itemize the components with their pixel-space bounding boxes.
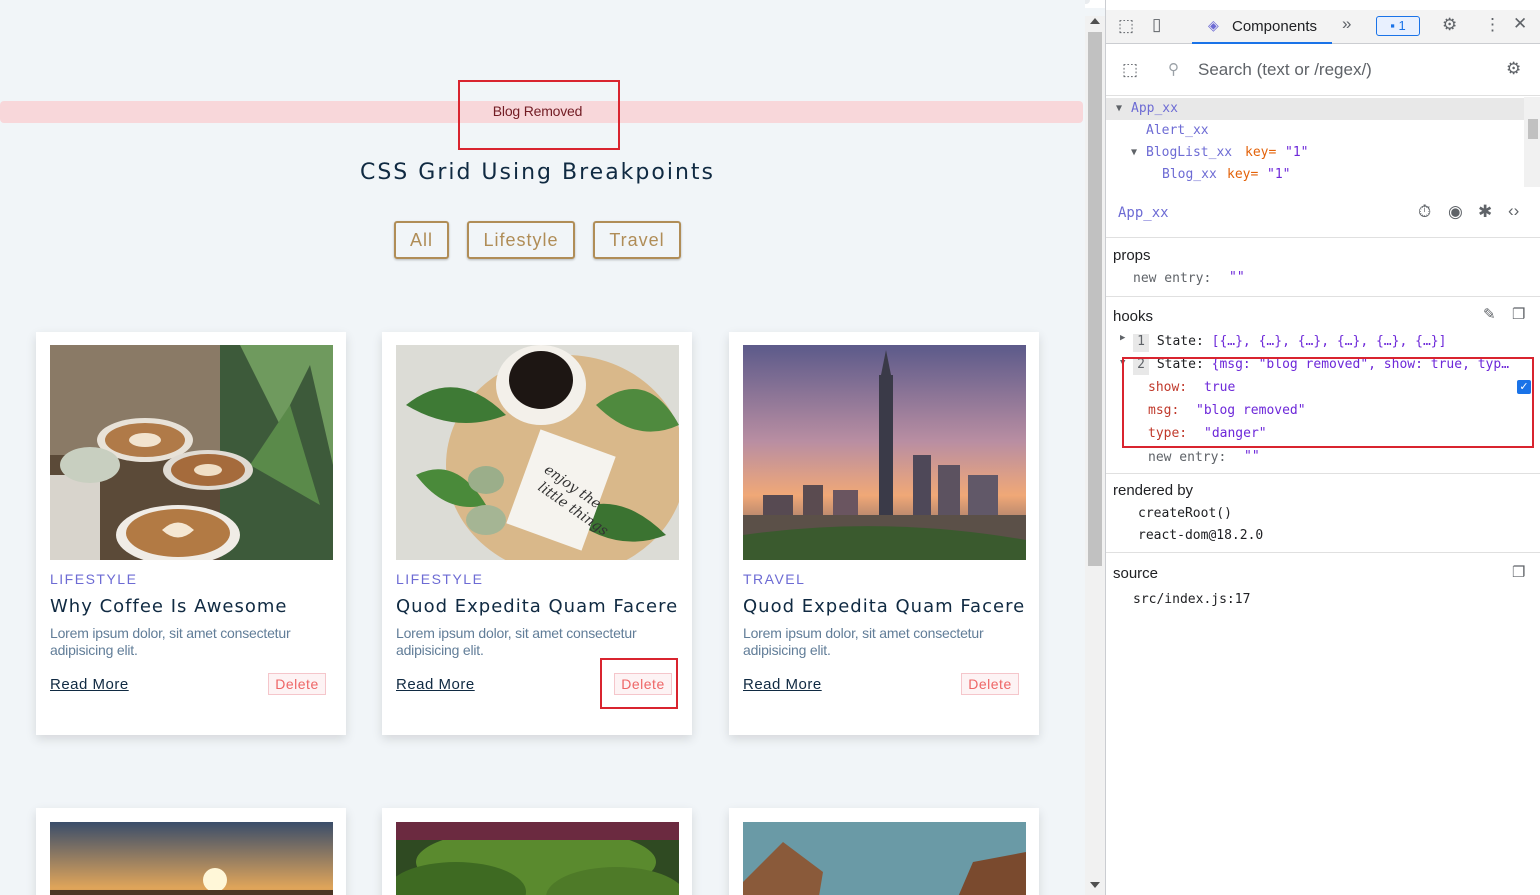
blog-card: TRAVEL Quod Expedita Quam Facere Lorem i… bbox=[729, 332, 1039, 735]
search-input[interactable]: Search (text or /regex/) bbox=[1198, 60, 1372, 80]
city-skyline-image bbox=[743, 345, 1026, 560]
message-icon: ▪ bbox=[1390, 18, 1399, 33]
filter-settings-icon[interactable]: ⚙ bbox=[1506, 59, 1521, 79]
blog-card bbox=[36, 808, 346, 895]
forest-image bbox=[396, 822, 679, 895]
settings-gear-icon[interactable]: ⚙ bbox=[1442, 15, 1457, 35]
tree-node-alert[interactable]: Alert_xx bbox=[1106, 120, 1524, 142]
tree-scrollbar-thumb[interactable] bbox=[1528, 119, 1538, 139]
blog-card bbox=[382, 808, 692, 895]
hook-row[interactable]: 1 State: [{…}, {…}, {…}, {…}, {…}, {…}] bbox=[1133, 334, 1446, 352]
scroll-up-arrow[interactable] bbox=[1090, 18, 1100, 24]
hook-new-entry-key: new entry: bbox=[1148, 450, 1227, 465]
tree-node-name: Blog_xx bbox=[1162, 167, 1217, 182]
tree-node-key: key= bbox=[1245, 145, 1277, 160]
card-category: LIFESTYLE bbox=[396, 571, 484, 587]
tree-node-blog[interactable]: Blog_xx key= "1" bbox=[1106, 164, 1524, 186]
card-description: Lorem ipsum dolor, sit amet consectetur … bbox=[743, 625, 984, 658]
divider bbox=[1106, 296, 1540, 297]
filter-travel-button[interactable]: Travel bbox=[593, 221, 681, 259]
hooks-title: hooks bbox=[1113, 308, 1154, 325]
devtools-toolbar: ⬚ ▯ ◈ Components » ▪ 1 ⚙ ⋮ ✕ bbox=[1106, 10, 1540, 44]
issues-badge[interactable]: ▪ 1 bbox=[1376, 16, 1420, 36]
component-tree: ▼ App_xx Alert_xx ▼ BlogList_xx key= "1"… bbox=[1106, 97, 1524, 187]
react-logo-icon: ◈ bbox=[1208, 17, 1219, 33]
close-icon[interactable]: ✕ bbox=[1513, 14, 1527, 34]
hook-new-entry-value[interactable]: "" bbox=[1244, 449, 1260, 464]
tree-node-name: BlogList_xx bbox=[1146, 145, 1233, 160]
prop-key: new entry: bbox=[1133, 271, 1212, 286]
filter-all-button[interactable]: All bbox=[394, 221, 449, 259]
tree-node-app[interactable]: ▼ App_xx bbox=[1106, 98, 1524, 120]
scroll-down-arrow[interactable] bbox=[1090, 882, 1100, 888]
filter-lifestyle-button[interactable]: Lifestyle bbox=[467, 221, 575, 259]
rendered-by-item: react-dom@18.2.0 bbox=[1138, 528, 1264, 543]
tree-node-bloglist[interactable]: ▼ BlogList_xx key= "1" bbox=[1106, 142, 1524, 164]
delete-button[interactable]: Delete bbox=[268, 673, 326, 695]
source-title: source bbox=[1113, 565, 1159, 582]
card-category: LIFESTYLE bbox=[50, 571, 138, 587]
kebab-menu-icon[interactable]: ⋮ bbox=[1484, 15, 1501, 35]
source-location[interactable]: src/index.js:17 bbox=[1133, 592, 1250, 607]
page-title: CSS Grid Using Breakpoints bbox=[359, 160, 715, 185]
hook-value: [{…}, {…}, {…}, {…}, {…}, {…}] bbox=[1211, 334, 1447, 349]
selected-component-name: App_xx bbox=[1118, 205, 1169, 221]
code-icon[interactable]: ‹› bbox=[1508, 201, 1519, 221]
card-title: Quod Expedita Quam Facere bbox=[396, 596, 679, 617]
tree-node-key: key= bbox=[1227, 167, 1259, 182]
card-title: Why Coffee Is Awesome bbox=[50, 596, 288, 617]
page-scrollbar-thumb[interactable] bbox=[1088, 32, 1102, 566]
devtools-panel: ⬚ ▯ ◈ Components » ▪ 1 ⚙ ⋮ ✕ ⬚ ⚲ Search … bbox=[1105, 0, 1540, 895]
highlight-box-delete bbox=[600, 658, 678, 709]
more-tabs-icon[interactable]: » bbox=[1342, 14, 1351, 34]
copy-icon[interactable]: ❐ bbox=[1512, 305, 1525, 323]
delete-button[interactable]: Delete bbox=[961, 673, 1019, 695]
highlight-box-alert bbox=[458, 80, 620, 150]
eye-icon[interactable]: ◉ bbox=[1448, 202, 1463, 222]
issues-count: 1 bbox=[1398, 18, 1406, 33]
tab-components-label: Components bbox=[1232, 18, 1318, 35]
card-category: TRAVEL bbox=[743, 571, 806, 587]
tree-node-name: App_xx bbox=[1131, 101, 1178, 116]
highlight-box-state bbox=[1122, 357, 1534, 448]
rendered-by-title: rendered by bbox=[1113, 482, 1194, 499]
inspect-element-icon[interactable]: ⬚ bbox=[1118, 16, 1134, 36]
sunset-image bbox=[50, 822, 333, 895]
page-viewport: Blog Removed CSS Grid Using Breakpoints … bbox=[0, 0, 1085, 895]
blog-card bbox=[729, 808, 1039, 895]
stopwatch-icon[interactable]: ⏱ bbox=[1418, 202, 1431, 222]
tree-node-keyval: "1" bbox=[1285, 145, 1309, 160]
rendered-by-item[interactable]: createRoot() bbox=[1138, 506, 1232, 521]
rocks-image bbox=[743, 822, 1026, 895]
tree-node-name: Alert_xx bbox=[1146, 123, 1209, 138]
divider bbox=[1106, 552, 1540, 553]
expand-triangle-icon[interactable]: ▶ bbox=[1120, 333, 1125, 343]
search-icon: ⚲ bbox=[1168, 61, 1179, 78]
hook-label: State: bbox=[1156, 334, 1204, 349]
select-component-icon[interactable]: ⬚ bbox=[1122, 60, 1138, 80]
coffee-leaves-image: enjoy the little things bbox=[396, 345, 679, 560]
tree-node-keyval: "1" bbox=[1267, 167, 1291, 182]
coffee-image bbox=[50, 345, 333, 560]
card-title: Quod Expedita Quam Facere bbox=[743, 596, 1026, 617]
hook-index: 1 bbox=[1133, 334, 1149, 352]
selected-component-header: App_xx ⏱ ◉ ✱ ‹› bbox=[1106, 188, 1540, 238]
card-description: Lorem ipsum dolor, sit amet consectetur … bbox=[50, 625, 291, 658]
blog-card: LIFESTYLE Why Coffee Is Awesome Lorem ip… bbox=[36, 332, 346, 735]
magic-wand-icon[interactable]: ✎ bbox=[1483, 305, 1496, 323]
divider bbox=[1106, 473, 1540, 474]
device-toggle-icon[interactable]: ▯ bbox=[1152, 15, 1161, 35]
prop-value[interactable]: "" bbox=[1229, 270, 1245, 285]
card-description: Lorem ipsum dolor, sit amet consectetur … bbox=[396, 625, 637, 658]
bug-icon[interactable]: ✱ bbox=[1478, 202, 1492, 222]
read-more-link[interactable]: Read More bbox=[396, 676, 475, 693]
component-search-row: ⬚ ⚲ Search (text or /regex/) ⚙ bbox=[1106, 45, 1540, 96]
props-title: props bbox=[1113, 247, 1151, 264]
collapse-triangle-icon[interactable]: ▼ bbox=[1131, 142, 1137, 164]
read-more-link[interactable]: Read More bbox=[743, 676, 822, 693]
copy-icon[interactable]: ❐ bbox=[1512, 563, 1525, 581]
read-more-link[interactable]: Read More bbox=[50, 676, 129, 693]
tree-scrollbar[interactable] bbox=[1524, 97, 1540, 187]
collapse-triangle-icon[interactable]: ▼ bbox=[1116, 98, 1122, 120]
